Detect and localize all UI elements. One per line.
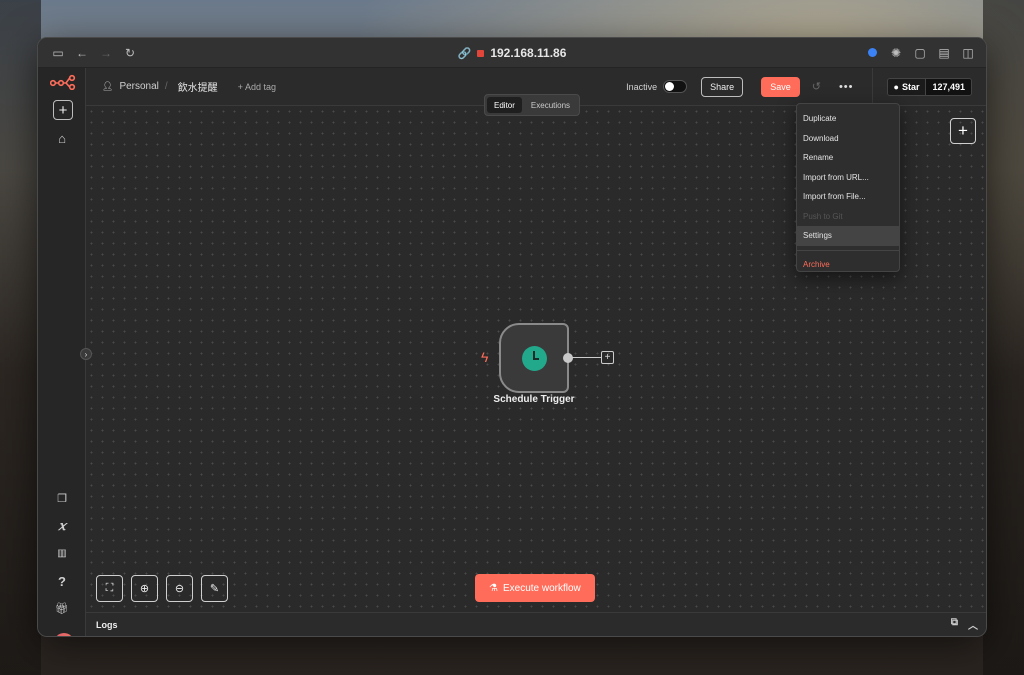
trigger-bolt-icon: ϟ: [481, 349, 489, 365]
link-icon: 🔗: [457, 47, 472, 60]
execute-workflow-label: Execute workflow: [502, 582, 581, 594]
tab-editor[interactable]: Editor: [487, 97, 522, 113]
history-icon[interactable]: ↺: [812, 80, 821, 93]
translate-icon[interactable]: ▤: [932, 38, 956, 68]
logs-panel-bar[interactable]: Logs ⧉ ︿: [86, 612, 986, 636]
clock-icon: [521, 345, 547, 371]
variables-icon[interactable]: 𝑥: [52, 516, 72, 536]
breadcrumb-owner[interactable]: Personal: [119, 81, 158, 92]
menu-item-import-file[interactable]: Import from File...: [797, 187, 899, 207]
node-label: Schedule Trigger: [493, 394, 575, 405]
workflow-options-menu: Duplicate Download Rename Import from UR…: [796, 103, 900, 272]
github-star-button[interactable]: ● Star 127,491: [886, 77, 972, 96]
reload-icon[interactable]: ↻: [118, 38, 142, 68]
add-next-node-button[interactable]: +: [601, 351, 614, 364]
menu-item-push-to-git: Push to Git: [803, 211, 843, 221]
avatar[interactable]: AD: [54, 633, 74, 636]
app-sidebar: + ⌂ ❐ 𝑥 ▥ ? 🎁︎ AD: [38, 68, 86, 636]
view-tabs: Editor Executions: [484, 94, 581, 116]
logs-popout-icon[interactable]: ⧉: [951, 617, 958, 632]
canvas-controls: ⛶ ⊕ ⊖ ✎: [96, 575, 228, 602]
more-options-icon[interactable]: •••: [839, 81, 854, 93]
menu-item-archive[interactable]: Archive: [797, 255, 899, 275]
help-icon[interactable]: ?: [52, 571, 72, 591]
n8n-logo-icon[interactable]: [50, 74, 76, 90]
insecure-lock-icon: [477, 49, 485, 57]
tidy-up-button[interactable]: ✎: [201, 575, 228, 602]
menu-item-duplicate[interactable]: Duplicate: [797, 109, 899, 129]
github-star-count: 127,491: [925, 78, 971, 95]
sidebar-toggle-icon[interactable]: ▭: [46, 38, 70, 68]
node-output-connector: [572, 357, 602, 358]
menu-divider: [797, 249, 899, 251]
active-status-label: Inactive: [626, 81, 658, 92]
menu-item-rename[interactable]: Rename: [797, 148, 899, 168]
home-icon[interactable]: ⌂: [52, 128, 72, 148]
forward-arrow-icon[interactable]: →: [94, 38, 118, 68]
add-node-button[interactable]: +: [950, 118, 976, 144]
breadcrumb-separator: /: [164, 81, 168, 92]
menu-item-settings[interactable]: Settings: [797, 226, 899, 246]
tab-executions[interactable]: Executions: [524, 97, 577, 113]
logs-label: Logs: [96, 619, 118, 630]
node-output-handle[interactable]: [563, 353, 573, 363]
menu-item-download[interactable]: Download: [797, 129, 899, 149]
sidebar-expand-chevron-icon[interactable]: ›: [80, 348, 92, 360]
share-button[interactable]: Share: [701, 76, 744, 97]
save-button[interactable]: Save: [761, 76, 800, 97]
zoom-out-button[interactable]: ⊖: [166, 575, 193, 602]
back-arrow-icon[interactable]: ←: [70, 38, 94, 68]
split-view-icon[interactable]: ◫: [956, 38, 980, 68]
execute-workflow-button[interactable]: ⚗ Execute workflow: [475, 574, 595, 602]
browser-toolbar: ▭ ← → ↻ 🔗 192.168.11.86 ✺ ▢ ▤ ◫: [38, 38, 986, 68]
header-divider: [871, 67, 873, 106]
extension-bug-icon[interactable]: ✺: [884, 38, 908, 68]
extension-dot-icon[interactable]: [860, 38, 884, 68]
menu-item-import-url[interactable]: Import from URL...: [797, 168, 899, 188]
url-text: 192.168.11.86: [490, 46, 567, 60]
zoom-in-button[interactable]: ⊕: [131, 575, 158, 602]
add-tag-button[interactable]: + Add tag: [238, 82, 276, 92]
chat-icon[interactable]: ▢: [908, 38, 932, 68]
active-toggle[interactable]: [663, 80, 688, 93]
whats-new-gift-icon[interactable]: 🎁︎: [52, 598, 72, 618]
github-star-label: Star: [901, 81, 920, 92]
browser-window: ▭ ← → ↻ 🔗 192.168.11.86 ✺ ▢ ▤ ◫ + ⌂ ❐ 𝑥 …: [37, 37, 987, 637]
logs-expand-chevron-icon[interactable]: ︿: [968, 617, 978, 632]
flask-icon: ⚗: [489, 582, 498, 594]
user-icon: 👤︎: [102, 81, 114, 91]
breadcrumb: 👤︎ Personal / 飲水提醒 + Add tag: [102, 79, 276, 94]
templates-icon[interactable]: ❐: [52, 488, 72, 508]
schedule-trigger-node[interactable]: [499, 323, 569, 393]
create-button[interactable]: +: [53, 100, 73, 120]
insights-chart-icon[interactable]: ▥: [52, 543, 72, 563]
github-icon: ●: [893, 81, 899, 92]
workflow-title[interactable]: 飲水提醒: [178, 79, 218, 94]
address-bar[interactable]: 🔗 192.168.11.86: [38, 38, 986, 68]
fit-view-button[interactable]: ⛶: [96, 575, 123, 602]
